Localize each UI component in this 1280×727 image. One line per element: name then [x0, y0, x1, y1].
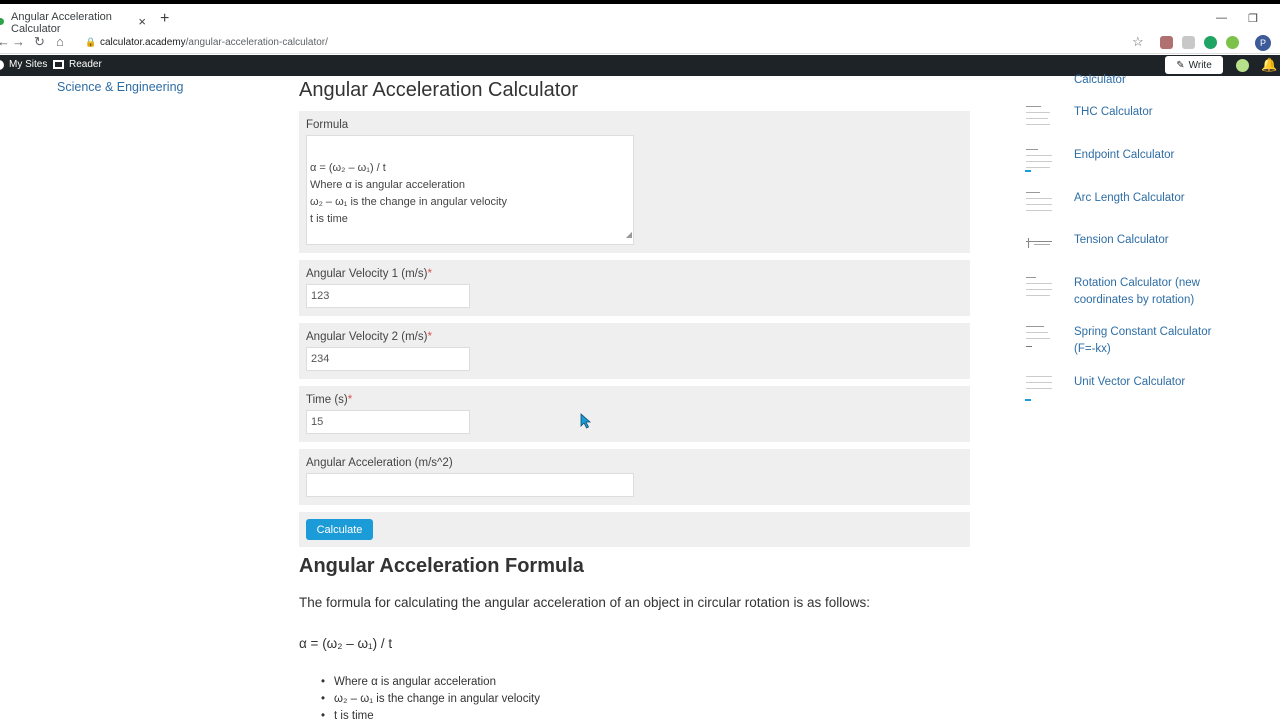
thumbnail-image — [1024, 232, 1053, 259]
time-label: Time (s)* — [306, 394, 353, 406]
url-path: /angular-acceleration-calculator/ — [185, 37, 328, 48]
list-item: Where α is angular acceleration — [321, 676, 540, 693]
mouse-cursor-icon — [580, 413, 592, 429]
velocity-1-label: Angular Velocity 1 (m/s)* — [306, 268, 432, 280]
reload-icon[interactable]: ↻ — [34, 34, 45, 50]
formula-variable-list: Where α is angular acceleration ω₂ – ω₁ … — [321, 676, 540, 727]
field-panel-velocity-2: Angular Velocity 2 (m/s)* 234 — [299, 323, 970, 379]
formula-line: α = (ω₂ – ω₁) / t — [310, 162, 386, 174]
my-sites-link[interactable]: My Sites — [0, 59, 47, 70]
time-input[interactable]: 15 — [306, 410, 470, 434]
velocity-2-label: Angular Velocity 2 (m/s)* — [306, 331, 432, 343]
field-panel-result: Angular Acceleration (m/s^2) — [299, 449, 970, 505]
sidebar-item-calculator[interactable]: Calculator — [1024, 72, 1224, 92]
address-toolbar: ← → ↻ ⌂ 🔒 calculator.academy/angular-acc… — [0, 33, 1280, 54]
result-label: Angular Acceleration (m/s^2) — [306, 457, 453, 469]
thumbnail-image — [1024, 374, 1053, 401]
new-tab-icon[interactable]: + — [160, 10, 169, 28]
forward-icon[interactable]: → — [12, 34, 25, 49]
sidebar-link[interactable]: THC Calculator — [1074, 104, 1224, 121]
tab-title: Angular Acceleration Calculator — [11, 10, 112, 35]
url-host: calculator.academy — [100, 37, 186, 48]
sidebar-link[interactable]: Calculator — [1074, 72, 1224, 89]
thumbnail-image — [1024, 190, 1053, 217]
favicon-icon — [0, 18, 4, 25]
url-field[interactable]: 🔒 calculator.academy/angular-acceleratio… — [75, 33, 1155, 52]
formula-label: Formula — [306, 119, 349, 131]
sidebar-link[interactable]: Rotation Calculator (new coordinates by … — [1074, 275, 1224, 309]
profile-avatar[interactable]: P — [1255, 35, 1271, 51]
result-output[interactable] — [306, 473, 634, 497]
resize-handle-icon[interactable]: ◢ — [626, 226, 632, 243]
reader-label: Reader — [69, 59, 102, 70]
tab-close-icon[interactable]: × — [138, 14, 146, 29]
velocity-2-input[interactable]: 234 — [306, 347, 470, 371]
thumbnail-image — [1024, 147, 1053, 174]
field-panel-velocity-1: Angular Velocity 1 (m/s)* 123 — [299, 260, 970, 316]
notifications-icon[interactable]: 🔔 — [1261, 57, 1277, 73]
thumbnail-image — [1024, 275, 1053, 302]
profile-gravatar-icon[interactable] — [1236, 59, 1249, 72]
thumbnail-image — [1024, 104, 1053, 131]
category-link-science-engineering[interactable]: Science & Engineering — [57, 80, 183, 94]
sidebar-link[interactable]: Unit Vector Calculator — [1074, 374, 1224, 391]
extension-green-icon[interactable] — [1226, 36, 1239, 49]
formula-panel: Formula α = (ω₂ – ω₁) / t Where α is ang… — [299, 111, 970, 253]
formula-intro-text: The formula for calculating the angular … — [299, 595, 871, 610]
calculate-button[interactable]: Calculate — [306, 519, 373, 540]
formula-line: Where α is angular acceleration — [310, 179, 465, 191]
reader-icon — [53, 60, 64, 69]
write-label: Write — [1188, 59, 1212, 71]
velocity-1-input[interactable]: 123 — [306, 284, 470, 308]
extension-gray-icon[interactable] — [1182, 36, 1195, 49]
formula-textarea[interactable]: α = (ω₂ – ω₁) / t Where α is angular acc… — [306, 135, 634, 245]
sidebar-link[interactable]: Arc Length Calculator — [1074, 190, 1224, 207]
formula-section-heading: Angular Acceleration Formula — [299, 555, 584, 577]
reader-link[interactable]: Reader — [53, 59, 102, 70]
minimize-icon[interactable]: — — [1216, 12, 1227, 24]
wp-logo-icon — [0, 59, 4, 70]
bookmark-star-icon[interactable]: ☆ — [1132, 34, 1144, 50]
back-icon[interactable]: ← — [0, 34, 10, 49]
list-item: t is time — [321, 710, 540, 727]
button-panel: Calculate — [299, 512, 970, 547]
list-item: ω₂ – ω₁ is the change in angular velocit… — [321, 693, 540, 710]
sidebar-link[interactable]: Endpoint Calculator — [1074, 147, 1224, 164]
page-title: Angular Acceleration Calculator — [299, 79, 579, 101]
formula-line: t is time — [310, 213, 348, 225]
formula-line: ω₂ – ω₁ is the change in angular velocit… — [310, 196, 507, 208]
extension-pdf-icon[interactable] — [1160, 36, 1173, 49]
browser-tab-bar: Angular Acceleration Calculator × + — ❐ — [0, 0, 1280, 37]
restore-icon[interactable]: ❐ — [1248, 12, 1258, 25]
thumbnail-image — [1024, 324, 1053, 351]
formula-display: α = (ω₂ – ω₁) / t — [299, 636, 393, 651]
sidebar-link[interactable]: Tension Calculator — [1074, 232, 1224, 249]
my-sites-label: My Sites — [9, 59, 48, 70]
field-panel-time: Time (s)* 15 — [299, 386, 970, 442]
lock-icon: 🔒 — [85, 37, 97, 47]
extension-grammarly-icon[interactable] — [1204, 36, 1217, 49]
write-icon: ✎ — [1176, 59, 1185, 71]
sidebar-link[interactable]: Spring Constant Calculator (F=-kx) — [1074, 324, 1224, 358]
home-icon[interactable]: ⌂ — [56, 34, 64, 49]
